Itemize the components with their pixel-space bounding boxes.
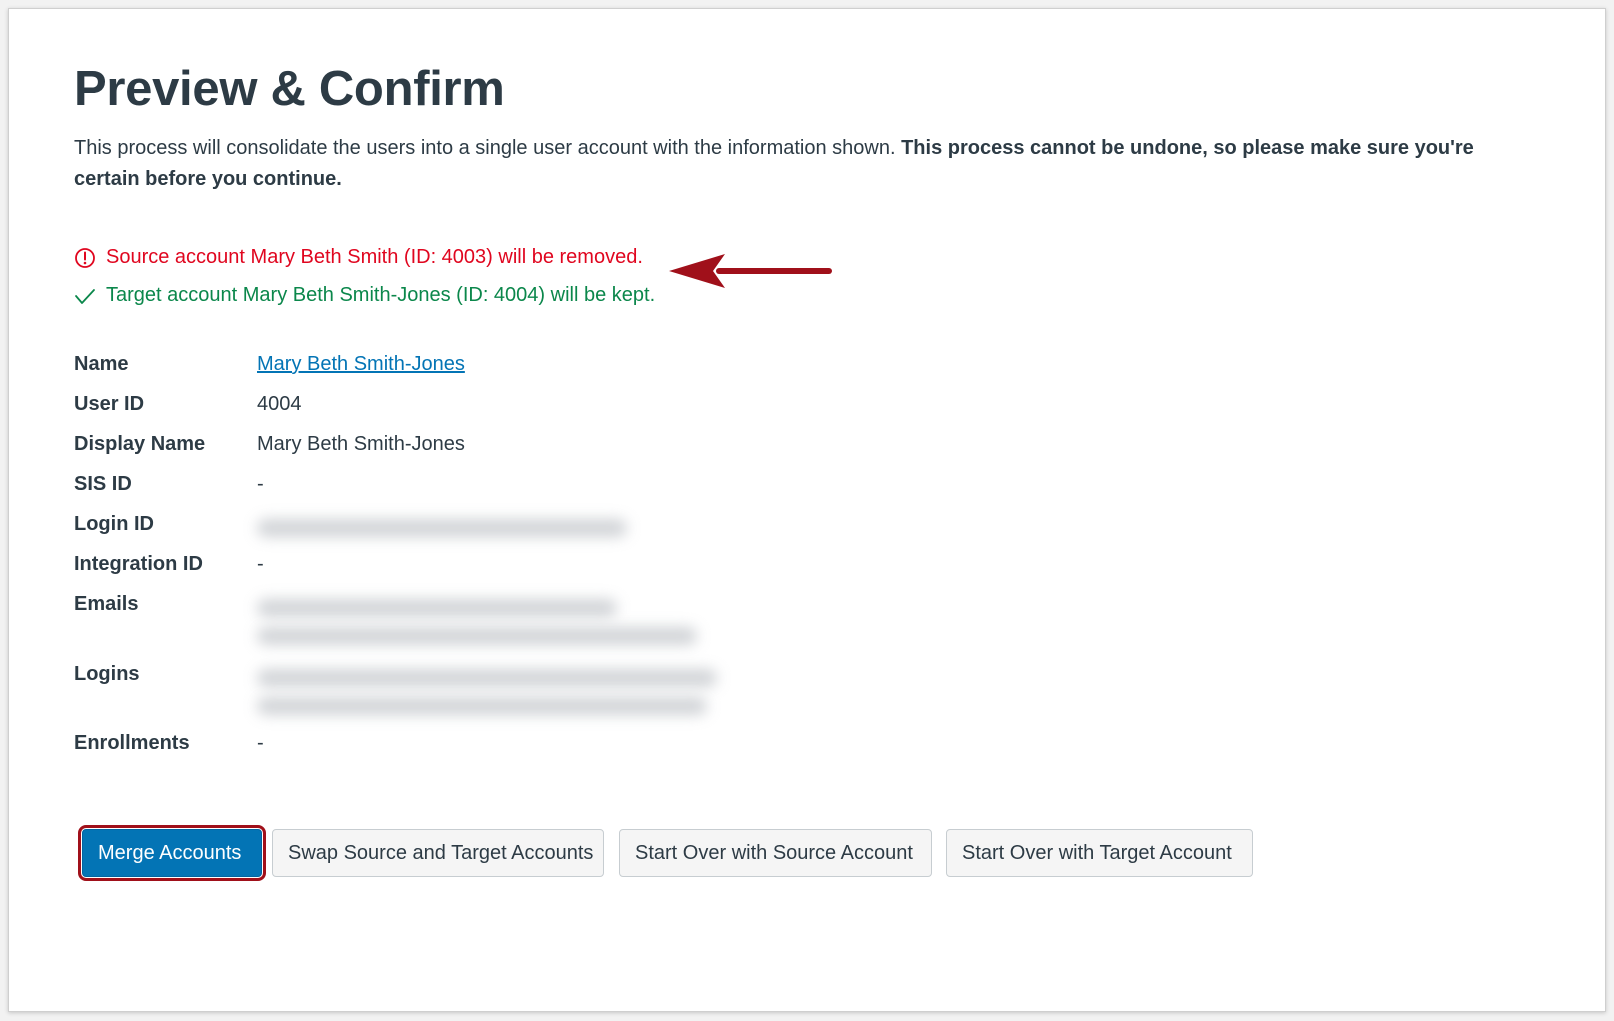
page-frame: Preview & Confirm This process will cons… [8, 8, 1606, 1012]
merge-accounts-button[interactable]: Merge Accounts [78, 825, 266, 881]
kept-account-text: Target account Mary Beth Smith-Jones (ID… [106, 284, 656, 306]
intro-text: This process will consolidate the users … [74, 137, 902, 159]
logins-redacted-2 [257, 697, 707, 715]
name-label: Name [74, 353, 129, 375]
sis-id-label: SIS ID [74, 473, 132, 495]
name-value: Mary Beth Smith-Jones [257, 353, 465, 376]
enrollments-value: - [257, 732, 264, 754]
display-name-label: Display Name [74, 433, 206, 455]
emails-redacted-2 [257, 627, 697, 645]
display-name-value: Mary Beth Smith-Jones [257, 433, 465, 455]
kept-account-alert: Target account Mary Beth Smith-Jones (ID… [74, 284, 655, 307]
warning-circle-icon [74, 247, 96, 269]
start-over-target-button[interactable]: Start Over with Target Account [946, 829, 1253, 877]
swap-accounts-button[interactable]: Swap Source and Target Accounts [272, 829, 604, 877]
removed-account-text: Source account Mary Beth Smith (ID: 4003… [106, 246, 643, 268]
sis-id-value: - [257, 473, 264, 495]
login-id-label: Login ID [74, 513, 154, 535]
integration-id-value: - [257, 553, 264, 575]
checkmark-icon [74, 285, 96, 307]
name-link[interactable]: Mary Beth Smith-Jones [257, 353, 465, 375]
removed-account-alert: Source account Mary Beth Smith (ID: 4003… [74, 246, 643, 269]
logins-label: Logins [74, 663, 140, 685]
integration-id-label: Integration ID [74, 553, 203, 575]
intro-paragraph: This process will consolidate the users … [74, 133, 1474, 195]
emails-label: Emails [74, 593, 139, 615]
start-over-source-button[interactable]: Start Over with Source Account [619, 829, 932, 877]
user-id-label: User ID [74, 393, 145, 415]
logins-redacted-1 [257, 669, 717, 687]
page-title: Preview & Confirm [74, 62, 505, 116]
login-id-redacted [257, 519, 627, 537]
user-id-value: 4004 [257, 393, 302, 415]
annotation-arrow-icon [669, 254, 832, 288]
emails-redacted-1 [257, 599, 617, 617]
enrollments-label: Enrollments [74, 732, 190, 754]
